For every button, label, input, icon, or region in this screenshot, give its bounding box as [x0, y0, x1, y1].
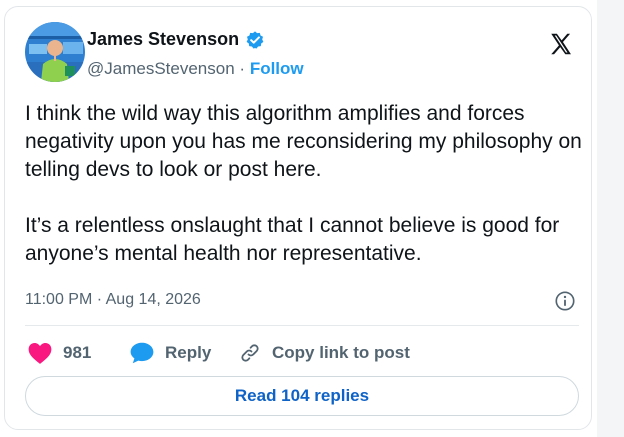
author-handle[interactable]: @JamesStevenson	[87, 59, 235, 78]
copy-link-button[interactable]: Copy link to post	[238, 341, 410, 365]
reply-label: Reply	[165, 343, 212, 362]
like-count: 981	[63, 343, 92, 362]
read-replies-button[interactable]: Read 104 replies	[25, 376, 579, 416]
scrollbar-track	[597, 0, 624, 437]
link-icon	[241, 344, 259, 362]
heart-icon	[28, 343, 52, 364]
tweet-text: I think the wild way this algorithm ampl…	[25, 100, 585, 268]
tweet-timestamp[interactable]: 11:00 PM · Aug 14, 2026	[25, 291, 201, 309]
avatar[interactable]	[25, 22, 85, 82]
copy-link-label: Copy link to post	[272, 343, 410, 362]
tweet-paragraph-2: It’s a relentless onslaught that I canno…	[25, 214, 560, 265]
tweet-card: James Stevenson @JamesStevenson · Follow…	[4, 6, 592, 430]
follow-button[interactable]: Follow	[250, 59, 304, 78]
speech-bubble-icon	[130, 342, 154, 364]
verified-badge-icon	[246, 30, 264, 49]
author-name-row[interactable]: James Stevenson	[87, 29, 265, 50]
reply-button[interactable]: Reply	[129, 341, 211, 365]
divider	[25, 325, 579, 326]
avatar-image	[25, 22, 85, 82]
author-name[interactable]: James Stevenson	[87, 29, 239, 50]
page: James Stevenson @JamesStevenson · Follow…	[0, 0, 624, 437]
read-replies-label: Read 104 replies	[234, 386, 370, 405]
handle-line: @JamesStevenson · Follow	[87, 59, 304, 79]
tweet-paragraph-1: I think the wild way this algorithm ampl…	[25, 102, 582, 181]
info-icon[interactable]	[554, 290, 576, 312]
handle-separator: ·	[239, 59, 246, 78]
like-button[interactable]: 981	[27, 341, 91, 365]
x-logo-icon[interactable]	[548, 31, 574, 57]
